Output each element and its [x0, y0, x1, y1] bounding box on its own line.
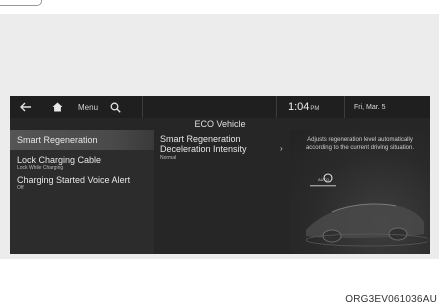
menu-item-value: Off	[17, 185, 24, 191]
top-bar: Menu 1:04 PM Fri, Mar. 5	[10, 96, 430, 118]
menu-item-value: Lock While Charging	[17, 165, 64, 171]
back-arrow-icon[interactable]	[16, 96, 36, 118]
menu-item-lock-charging-cable[interactable]: Lock Charging Cable Lock While Charging	[10, 155, 154, 172]
clock-time: 1:04	[288, 101, 310, 113]
clock: 1:04 PM	[288, 96, 319, 118]
search-icon[interactable]	[108, 96, 122, 118]
infotainment-screen: Menu 1:04 PM Fri, Mar. 5 ECO Vehicle Smar…	[10, 96, 430, 254]
menu-item-label: Charging Started Voice Alert	[17, 175, 131, 185]
page-tab-stub	[0, 0, 42, 6]
deceleration-intensity-setting[interactable]: Smart Regeneration Deceleration Intensit…	[160, 134, 290, 254]
topbar-divider	[344, 96, 345, 118]
info-description: Adjusts regeneration level automatically…	[305, 137, 415, 151]
info-panel: Adjusts regeneration level automatically…	[290, 130, 430, 254]
car-illustration: AUTO	[305, 173, 428, 247]
setting-title-line1: Smart Regeneration	[160, 134, 241, 144]
clock-suffix: PM	[310, 105, 320, 112]
topbar-divider	[142, 96, 143, 118]
menu-item-charging-voice-alert[interactable]: Charging Started Voice Alert Off	[10, 175, 154, 192]
setting-title-line2: Deceleration Intensity	[160, 144, 247, 154]
menu-item-label: Smart Regeneration	[17, 135, 98, 145]
topbar-divider	[276, 96, 277, 118]
menu-button[interactable]: Menu	[78, 96, 98, 118]
auto-regen-bar	[310, 185, 336, 187]
chevron-right-icon: ›	[280, 144, 283, 153]
settings-menu: Smart Regeneration Lock Charging Cable L…	[10, 130, 154, 254]
home-icon[interactable]	[46, 96, 68, 118]
setting-value: Normal	[160, 155, 177, 161]
screen-title: ECO Vehicle	[194, 119, 246, 129]
date-display: Fri, Mar. 5	[354, 103, 386, 111]
menu-item-label: Lock Charging Cable	[17, 155, 102, 165]
figure-card: Menu 1:04 PM Fri, Mar. 5 ECO Vehicle Smar…	[0, 14, 439, 259]
figure-code: ORG3EV061036AU	[345, 294, 437, 305]
menu-item-smart-regeneration[interactable]: Smart Regeneration	[10, 130, 154, 150]
car-wheel	[388, 227, 408, 241]
